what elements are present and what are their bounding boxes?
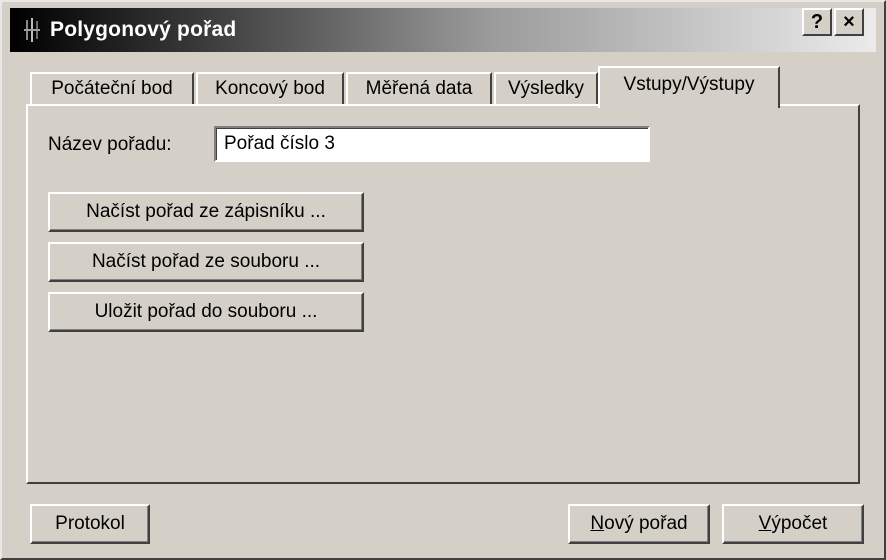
app-icon: [24, 18, 40, 42]
compute-button[interactable]: Výpočet: [722, 504, 864, 544]
new-route-label: ový pořad: [604, 513, 688, 534]
tab-vstupy-vystupy[interactable]: Vstupy/Výstupy: [598, 66, 780, 108]
tab-koncovy-bod[interactable]: Koncový bod: [196, 72, 344, 106]
help-icon: ?: [810, 10, 824, 33]
help-button[interactable]: ?: [802, 8, 832, 36]
close-button[interactable]: ×: [834, 8, 864, 36]
tab-pocatecni-bod[interactable]: Počáteční bod: [30, 72, 194, 106]
tab-merena-data[interactable]: Měřená data: [346, 72, 492, 106]
new-route-button[interactable]: Nový pořad: [568, 504, 710, 544]
protocol-button[interactable]: Protokol: [30, 504, 150, 544]
compute-label: ýpočet: [771, 513, 828, 534]
new-route-mnemonic: N: [590, 513, 605, 534]
tab-panel: [26, 104, 860, 484]
window-title: Polygonový pořad: [50, 18, 237, 41]
compute-mnemonic: V: [758, 513, 772, 534]
tab-vysledky[interactable]: Výsledky: [494, 72, 598, 106]
title-bar[interactable]: Polygonový pořad: [10, 8, 876, 52]
close-icon: ×: [843, 10, 855, 33]
